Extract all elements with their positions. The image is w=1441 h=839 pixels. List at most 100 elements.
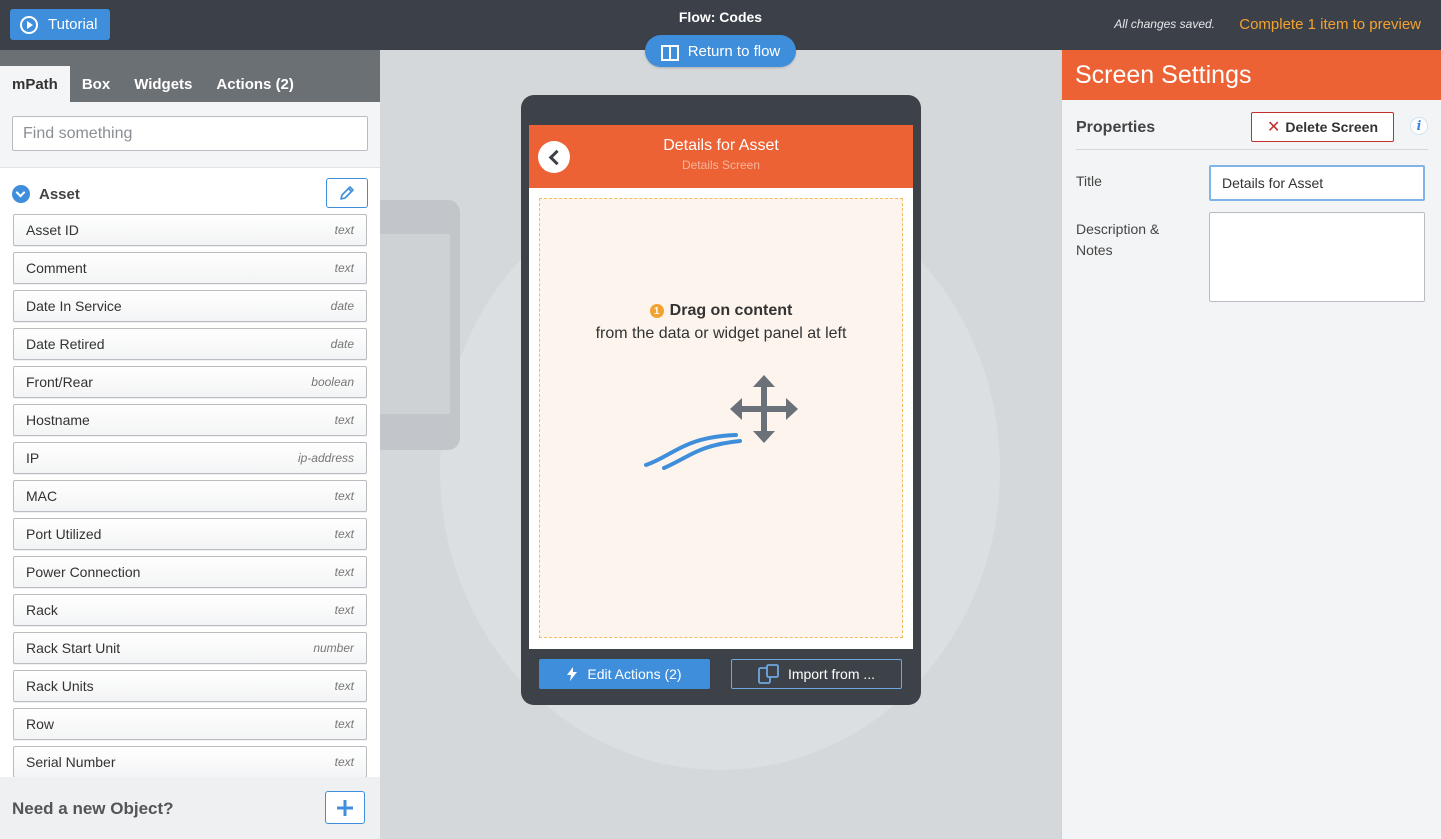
search-input[interactable] bbox=[12, 116, 368, 151]
field-name: Serial Number bbox=[26, 754, 116, 770]
field-name: Front/Rear bbox=[26, 374, 93, 390]
add-object-button[interactable] bbox=[325, 791, 365, 824]
field-item[interactable]: Port Utilized text bbox=[13, 518, 367, 550]
tab-mpath[interactable]: mPath bbox=[0, 66, 70, 102]
field-type: text bbox=[334, 565, 354, 579]
search-area bbox=[0, 102, 380, 168]
title-field[interactable] bbox=[1209, 165, 1425, 201]
field-item[interactable]: Power Connection text bbox=[13, 556, 367, 588]
field-name: Rack Start Unit bbox=[26, 640, 121, 656]
edit-actions-button[interactable]: Edit Actions (2) bbox=[539, 659, 710, 689]
object-name: Asset bbox=[39, 185, 80, 203]
field-item[interactable]: Date Retired date bbox=[13, 328, 367, 360]
field-type: text bbox=[334, 489, 354, 503]
field-item[interactable]: Row text bbox=[13, 708, 367, 740]
dropzone-title-row: 1 Drag on content bbox=[540, 302, 902, 320]
field-type: text bbox=[334, 527, 354, 541]
tutorial-label: Tutorial bbox=[48, 16, 98, 33]
field-item[interactable]: Rack Units text bbox=[13, 670, 367, 702]
screen-settings-panel: Screen Settings Properties ✕ Delete Scre… bbox=[1061, 50, 1441, 839]
panel-heading: Screen Settings bbox=[1062, 50, 1441, 100]
new-object-label: Need a new Object? bbox=[12, 799, 174, 818]
canvas: Details for Asset Details Screen 1 Drag … bbox=[380, 50, 1061, 839]
dropzone-title: Drag on content bbox=[669, 302, 793, 319]
field-item[interactable]: Hostname text bbox=[13, 404, 367, 436]
chevron-down-icon[interactable] bbox=[12, 185, 30, 203]
field-item[interactable]: Rack text bbox=[13, 594, 367, 626]
properties-row: Properties ✕ Delete Screen i bbox=[1076, 112, 1428, 150]
description-field[interactable] bbox=[1209, 212, 1425, 302]
tutorial-button[interactable]: Tutorial bbox=[10, 9, 110, 40]
preview-link[interactable]: Complete 1 item to preview bbox=[1239, 16, 1421, 33]
field-item[interactable]: Serial Number text bbox=[13, 746, 367, 778]
tab-box[interactable]: Box bbox=[70, 66, 122, 102]
field-item[interactable]: Front/Rear boolean bbox=[13, 366, 367, 398]
close-icon: ✕ bbox=[1266, 119, 1281, 136]
field-name: Power Connection bbox=[26, 564, 141, 580]
field-name: Comment bbox=[26, 260, 87, 276]
field-type: date bbox=[330, 299, 354, 313]
field-item[interactable]: IP ip-address bbox=[13, 442, 367, 474]
field-type: text bbox=[334, 755, 354, 769]
delete-label: Delete Screen bbox=[1285, 119, 1378, 135]
back-button[interactable] bbox=[538, 141, 570, 173]
field-name: Asset ID bbox=[26, 222, 79, 238]
field-type: text bbox=[334, 679, 354, 693]
field-type: text bbox=[334, 261, 354, 275]
flow-icon bbox=[660, 43, 679, 61]
field-type: ip-address bbox=[297, 451, 354, 465]
properties-label: Properties bbox=[1076, 119, 1156, 136]
field-name: Date In Service bbox=[26, 298, 122, 314]
tab-widgets[interactable]: Widgets bbox=[122, 66, 204, 102]
field-name: MAC bbox=[26, 488, 58, 504]
screen-subtitle: Details Screen bbox=[681, 158, 761, 172]
tab-actions[interactable]: Actions (2) bbox=[204, 66, 306, 102]
screen-header: Details for Asset Details Screen bbox=[529, 125, 913, 188]
left-panel: mPath Box Widgets Actions (2) Asset Asse… bbox=[0, 50, 380, 839]
field-type: date bbox=[330, 337, 354, 351]
import-label: Import from ... bbox=[787, 666, 876, 682]
delete-screen-button[interactable]: ✕ Delete Screen bbox=[1251, 112, 1394, 142]
field-name: Hostname bbox=[26, 412, 90, 428]
field-name: Port Utilized bbox=[26, 526, 102, 542]
field-type: text bbox=[334, 603, 354, 617]
step-badge: 1 bbox=[649, 304, 664, 318]
panel-tabs: mPath Box Widgets Actions (2) bbox=[0, 50, 380, 102]
return-to-flow-button[interactable]: Return to flow bbox=[645, 35, 796, 67]
screen-title: Details for Asset bbox=[663, 137, 779, 154]
save-status: All changes saved. bbox=[1114, 17, 1215, 31]
return-label: Return to flow bbox=[687, 42, 781, 60]
field-item[interactable]: Rack Start Unit number bbox=[13, 632, 367, 664]
screen-body: 1 Drag on content from the data or widge… bbox=[529, 188, 913, 649]
flow-title: Flow: Codes bbox=[678, 9, 763, 25]
lightning-icon bbox=[567, 667, 578, 681]
device-footer: Edit Actions (2) Import from ... bbox=[539, 659, 903, 689]
drag-move-icon bbox=[644, 375, 798, 470]
info-icon[interactable]: i bbox=[1410, 117, 1428, 135]
adjacent-screen-preview[interactable] bbox=[380, 200, 460, 450]
adjacent-screen-body bbox=[380, 234, 450, 414]
field-item[interactable]: Comment text bbox=[13, 252, 367, 284]
field-type: text bbox=[334, 717, 354, 731]
dropzone-hint: from the data or widget panel at left bbox=[595, 325, 847, 342]
import-button[interactable]: Import from ... bbox=[731, 659, 902, 689]
field-item[interactable]: Asset ID text bbox=[13, 214, 367, 246]
content-dropzone[interactable]: 1 Drag on content from the data or widge… bbox=[539, 198, 903, 638]
title-label: Title bbox=[1076, 173, 1102, 189]
new-object-bar: Need a new Object? bbox=[0, 777, 380, 839]
field-name: Date Retired bbox=[26, 336, 105, 352]
pencil-icon bbox=[340, 186, 354, 200]
field-name: Rack Units bbox=[26, 678, 94, 694]
field-item[interactable]: Date In Service date bbox=[13, 290, 367, 322]
device-frame: Details for Asset Details Screen 1 Drag … bbox=[521, 95, 921, 705]
play-icon bbox=[20, 15, 38, 34]
field-item[interactable]: MAC text bbox=[13, 480, 367, 512]
description-label: Description & Notes bbox=[1076, 221, 1160, 258]
field-name: Row bbox=[26, 716, 55, 732]
field-type: number bbox=[313, 641, 354, 655]
field-list: Asset ID text Comment text Date In Service… bbox=[13, 214, 367, 784]
edit-object-button[interactable] bbox=[326, 178, 368, 208]
plus-icon bbox=[337, 799, 353, 816]
devices-icon bbox=[758, 664, 779, 684]
field-name: IP bbox=[26, 450, 40, 466]
